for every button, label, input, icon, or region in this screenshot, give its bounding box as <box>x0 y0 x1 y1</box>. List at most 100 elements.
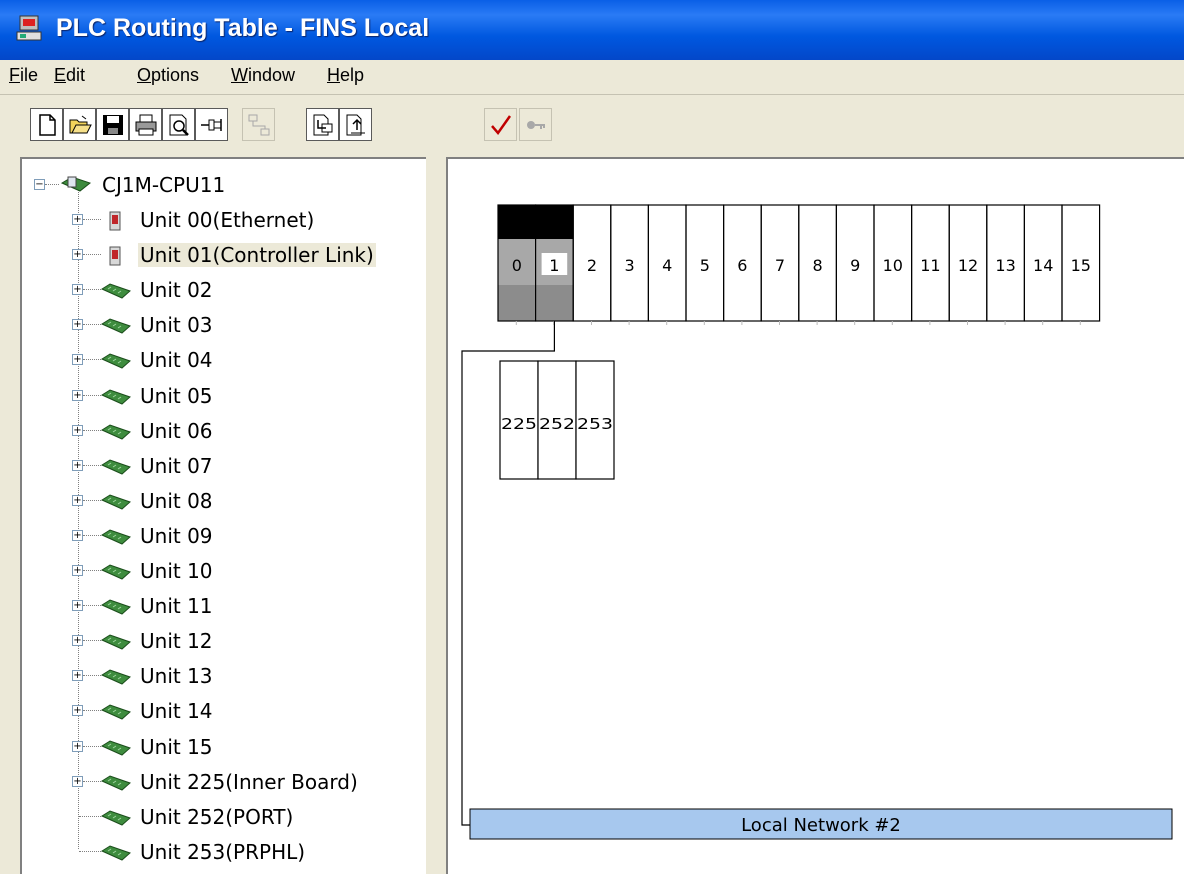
unit-board-icon <box>100 669 131 685</box>
expand-toggle[interactable]: + <box>72 565 83 576</box>
expand-toggle[interactable]: + <box>72 284 83 296</box>
title-bar[interactable]: PLC Routing Table - FINS Local <box>0 0 1184 60</box>
unit-card-icon <box>109 211 121 231</box>
transfer-to-plc-button[interactable] <box>339 108 372 141</box>
tree-connector <box>83 219 101 220</box>
unit-tree[interactable]: − CJ1M-CPU11 + Unit 00(Ethernet) + Unit 01(… <box>20 157 426 874</box>
tree-connector <box>83 570 101 571</box>
new-icon <box>38 113 56 136</box>
transfer-to-plc-icon <box>346 114 365 135</box>
menu-window-rest: indow <box>248 65 296 85</box>
slot-label: 15 <box>1071 256 1091 275</box>
tree-root-label: CJ1M-CPU11 <box>102 173 226 197</box>
unit-card-icon <box>109 246 121 266</box>
slot-base <box>535 285 574 321</box>
slot-header <box>498 205 536 239</box>
menu-window-mnemonic: W <box>231 65 248 85</box>
tree-item-label: Unit 13 <box>140 664 213 689</box>
tree-item-label: Unit 08 <box>140 488 213 513</box>
print-preview-button[interactable] <box>162 108 195 141</box>
expand-toggle[interactable]: + <box>72 635 83 647</box>
tree-item-label: Unit 09 <box>140 523 213 548</box>
slot-label: 7 <box>775 256 785 275</box>
menu-options-mnemonic: O <box>137 65 152 85</box>
routing-diagram[interactable]: 0 1 2 3 4 5 6 7 8 9 10 11 12 13 14 15 225 252 253 Local Net… <box>446 157 1184 874</box>
tree-item-label: Unit 05 <box>140 383 213 408</box>
new-button[interactable] <box>30 108 63 141</box>
collapse-root-toggle[interactable]: − <box>34 179 45 190</box>
slot-label: 4 <box>662 256 672 275</box>
menu-file-rest: ile <box>20 65 39 85</box>
tree-connector <box>83 499 101 501</box>
unit-board-icon <box>100 845 131 861</box>
pin-button[interactable] <box>195 108 228 141</box>
tree-connector <box>83 394 101 396</box>
tree-connector <box>83 464 101 466</box>
unit-board-icon <box>100 424 131 440</box>
pane-splitter[interactable] <box>426 157 446 874</box>
tree-connector <box>83 324 101 326</box>
transfer-from-plc-button[interactable] <box>306 108 339 141</box>
print-icon <box>135 114 156 135</box>
tree-connector <box>83 710 101 712</box>
unit-board-icon <box>100 599 131 615</box>
key-button[interactable] <box>519 108 552 141</box>
expand-toggle[interactable]: + <box>72 459 83 471</box>
unit-board-icon <box>100 494 131 510</box>
menu-edit[interactable]: Edit <box>54 65 85 86</box>
slot-label: 1 <box>549 256 559 275</box>
menu-window[interactable]: Window <box>231 65 295 86</box>
slot-header <box>535 205 574 239</box>
expand-toggle[interactable]: + <box>72 389 83 401</box>
network-routing-icon <box>248 114 269 135</box>
tree-connector <box>83 429 101 431</box>
tree-item-label: Unit 00(Ethernet) <box>140 208 315 232</box>
expand-toggle[interactable]: + <box>72 494 83 506</box>
tree-connector <box>83 289 101 291</box>
tree-item-label: Unit 02 <box>140 278 213 303</box>
unit-board-icon <box>100 739 131 756</box>
expand-toggle[interactable]: + <box>72 600 83 612</box>
tree-connector <box>83 675 101 677</box>
slot-label: 2 <box>587 256 597 275</box>
tree-connector <box>83 534 101 536</box>
expand-toggle[interactable]: + <box>72 670 83 682</box>
expand-toggle[interactable]: + <box>72 214 83 225</box>
save-icon <box>102 114 123 135</box>
tree-connector <box>83 640 101 642</box>
print-button[interactable] <box>129 108 162 141</box>
save-button[interactable] <box>96 108 129 141</box>
print-preview-icon <box>169 114 189 136</box>
open-button[interactable] <box>63 108 96 141</box>
menu-help-mnemonic: H <box>327 65 340 85</box>
expand-toggle[interactable]: + <box>72 705 83 717</box>
local-network-label: Local Network #2 <box>741 815 901 836</box>
expand-toggle[interactable]: + <box>72 740 83 752</box>
open-folder-icon <box>69 115 92 133</box>
tree-item-label: Unit 252(PORT) <box>140 804 294 829</box>
expand-toggle[interactable]: + <box>72 529 83 541</box>
tree-connector <box>45 184 59 185</box>
expand-toggle[interactable]: + <box>72 424 83 436</box>
inner-slot-label: 225 <box>501 415 537 433</box>
expand-toggle[interactable]: + <box>72 249 83 261</box>
menu-file[interactable]: File <box>9 65 38 86</box>
expand-toggle[interactable]: + <box>72 775 83 787</box>
expand-toggle[interactable]: + <box>72 354 83 366</box>
expand-toggle[interactable]: + <box>72 319 83 331</box>
slot-label: 11 <box>920 256 940 275</box>
inner-slot-label: 252 <box>539 415 575 433</box>
unit-board-icon <box>100 529 131 545</box>
tree-item-label: Unit 225(Inner Board) <box>140 769 358 794</box>
check-button[interactable] <box>484 108 517 141</box>
menu-help[interactable]: Help <box>327 65 364 86</box>
slot-label: 12 <box>958 256 978 275</box>
unit-board-icon <box>100 775 131 791</box>
tree-item-label: Unit 11 <box>140 594 213 619</box>
menu-options[interactable]: Options <box>137 65 199 86</box>
unit-board-icon <box>100 459 131 475</box>
tree-item-label: Unit 14 <box>140 699 213 724</box>
slot-label: 0 <box>512 256 522 275</box>
slot-label: 10 <box>883 256 903 275</box>
network-routing-button[interactable] <box>242 108 275 141</box>
